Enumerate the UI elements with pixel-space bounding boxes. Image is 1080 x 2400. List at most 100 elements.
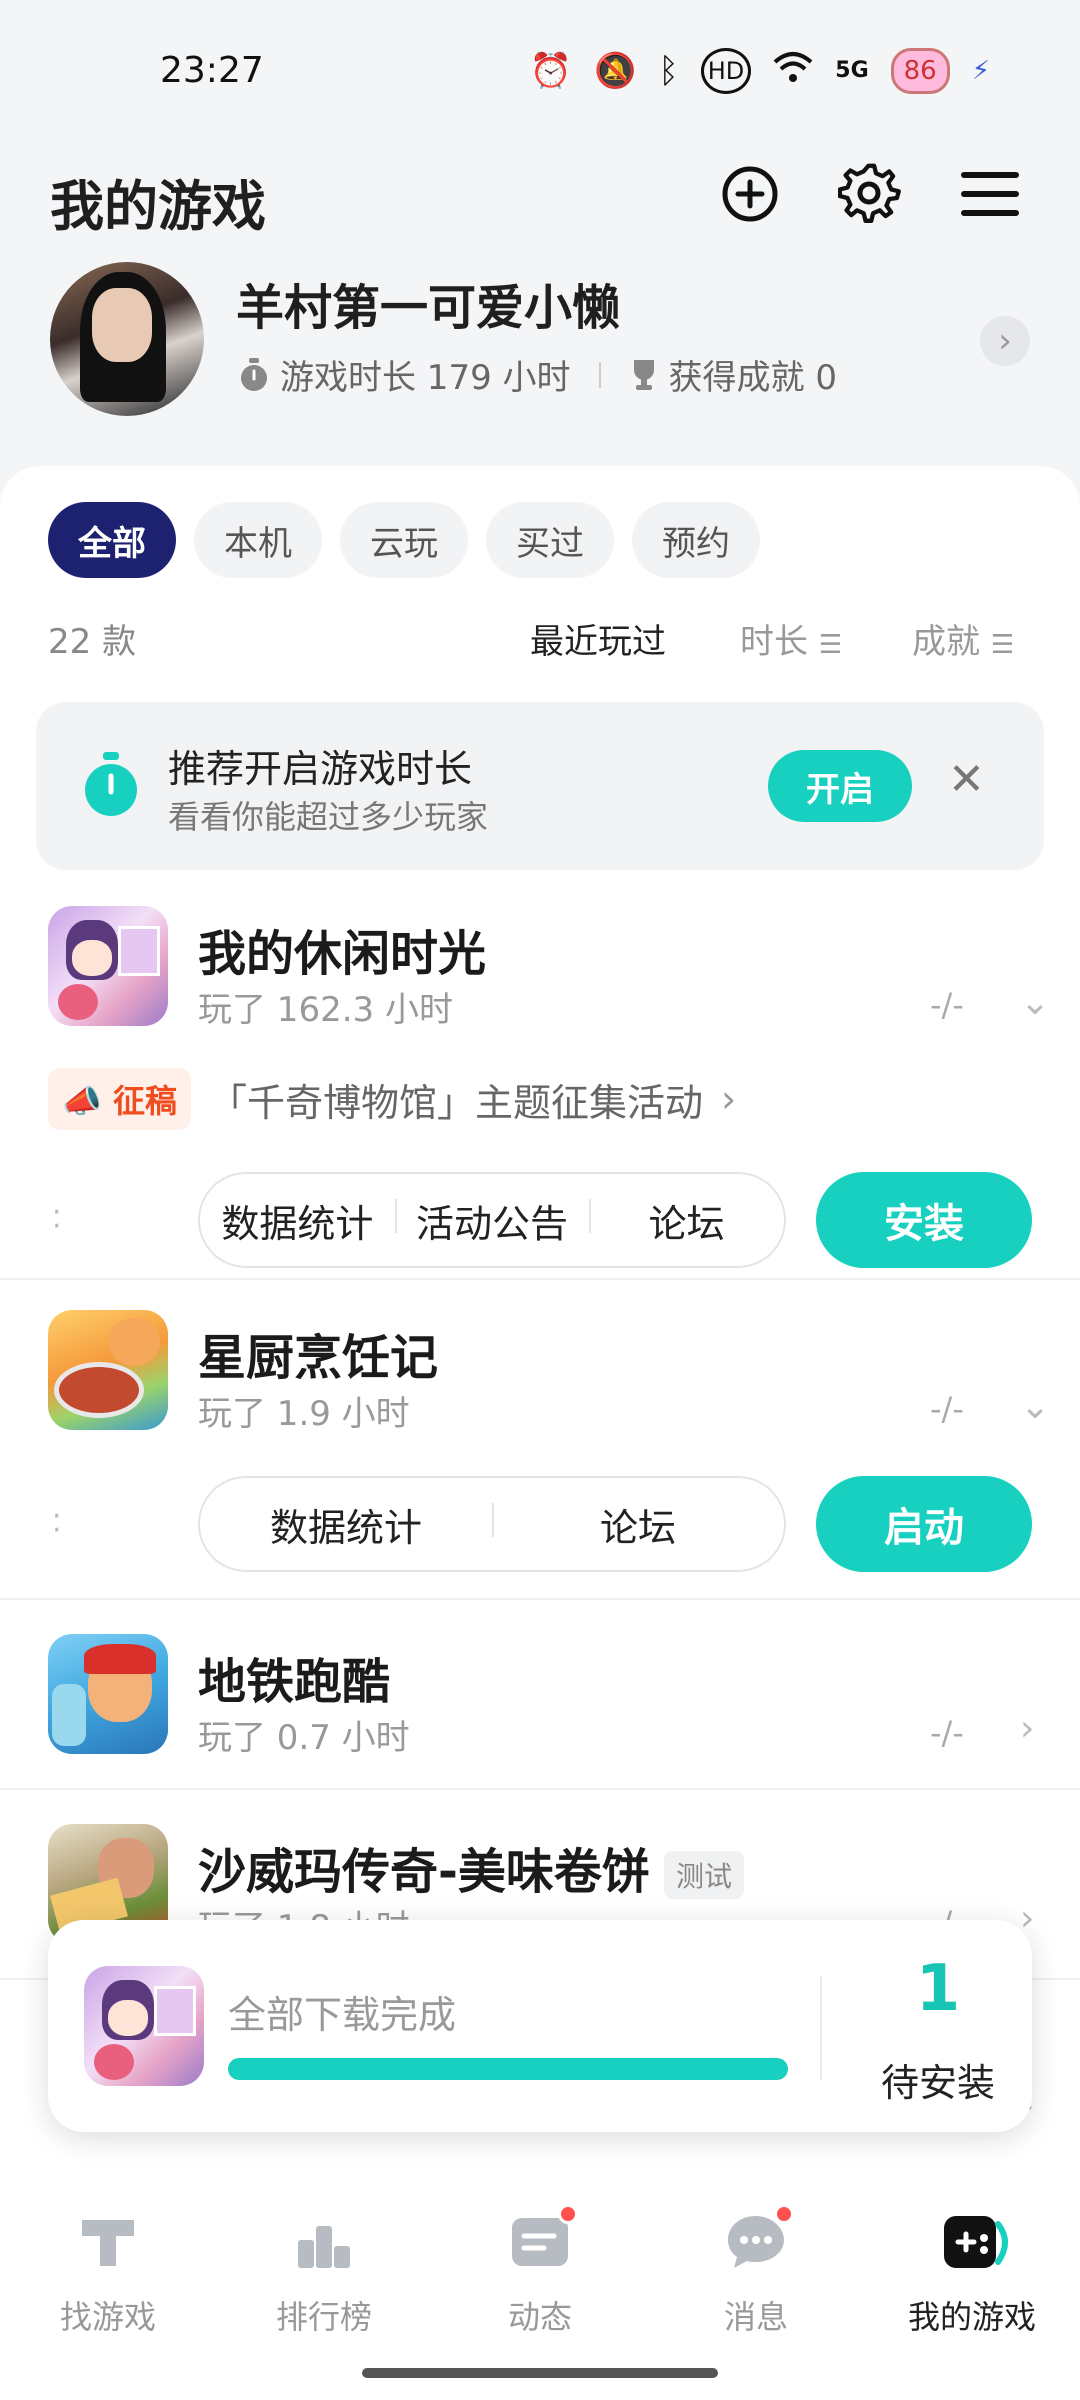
sort-achievement-label: 成就 (912, 622, 980, 662)
rankings-icon (292, 2210, 356, 2274)
nav-label: 排行榜 (275, 2298, 372, 2336)
divider (820, 1976, 822, 2080)
hd-icon: HD (700, 48, 752, 94)
sort-achievement[interactable]: 成就 ☰ (912, 614, 1014, 663)
chevron-right-icon[interactable]: › (1020, 1708, 1034, 1749)
status-icons: ⏰ 🔕 ᛒ HD 5G 86 ⚡ (530, 48, 990, 94)
notification-dot (774, 2204, 794, 2224)
nav-my-games[interactable]: 我的游戏 (864, 2210, 1080, 2338)
nav-rankings[interactable]: 排行榜 (216, 2210, 432, 2338)
find-games-icon (76, 2210, 140, 2274)
nav-feed[interactable]: 动态 (432, 2204, 648, 2338)
gamepad-icon (940, 2210, 1008, 2274)
game-icon-art (108, 2000, 148, 2036)
game-name: 沙威玛传奇-美味卷饼 测试 (198, 1832, 744, 1902)
sort-duration[interactable]: 时长 ☰ (740, 614, 842, 663)
sort-duration-label: 时长 (740, 622, 808, 662)
stats-button[interactable]: 数据统计 (200, 1193, 395, 1248)
download-progress-bar (228, 2058, 788, 2080)
download-game-icon (84, 1966, 204, 2086)
game-rank: -/- (930, 1390, 964, 1428)
mute-icon: 🔕 (593, 51, 637, 91)
game-item[interactable]: 地铁跑酷 玩了 0.7 小时 -/- › (0, 1634, 1080, 1784)
stats-divider (598, 361, 601, 388)
nav-label: 我的游戏 (907, 2298, 1036, 2336)
game-name-label: 沙威玛传奇-美味卷饼 (198, 1844, 650, 1900)
test-tag: 测试 (663, 1851, 744, 1899)
game-icon-art (54, 1362, 144, 1418)
nav-find-games[interactable]: 找游戏 (0, 2210, 216, 2338)
notification-dot (558, 2204, 578, 2224)
game-icon-art (94, 2044, 134, 2080)
add-game-button[interactable] (710, 154, 790, 234)
game-playtime: 玩了 162.3 小时 (198, 990, 453, 1030)
divider (0, 1278, 1080, 1280)
profile-stats: 游戏时长 179 小时 获得成就 0 (238, 350, 837, 399)
game-icon-art (52, 1684, 86, 1746)
tab-local[interactable]: 本机 (194, 502, 322, 578)
nav-label: 动态 (507, 2298, 572, 2336)
announcement-button[interactable]: 活动公告 (394, 1193, 590, 1248)
promo-text: 「千奇博物馆」主题征集活动 (209, 1080, 704, 1125)
status-bar: 23:27 ⏰ 🔕 ᛒ HD 5G 86 ⚡ (0, 0, 1080, 140)
nav-messages[interactable]: 消息 (648, 2204, 864, 2338)
download-card[interactable]: 全部下载完成 1 待安装 (48, 1920, 1032, 2132)
install-button[interactable]: 安装 (816, 1172, 1032, 1268)
avatar[interactable] (50, 262, 204, 416)
download-status: 全部下载完成 (228, 1993, 457, 2037)
playtime-label: 游戏时长 179 小时 (280, 358, 571, 398)
game-icon (48, 906, 168, 1026)
achievement-label: 获得成就 0 (668, 358, 837, 398)
wifi-icon (773, 50, 813, 93)
nav-label: 找游戏 (59, 2298, 156, 2336)
game-name: 我的休闲时光 (198, 926, 487, 982)
close-icon[interactable]: ✕ (948, 754, 985, 805)
message-icon (724, 2204, 794, 2274)
game-actions: · · 数据统计 论坛 启动 (0, 1476, 1080, 1576)
drag-handle-icon[interactable]: · · (52, 1198, 62, 1242)
forum-button[interactable]: 论坛 (589, 1193, 784, 1248)
promo-badge: 📣 征稿 (48, 1068, 191, 1130)
profile-chevron-icon[interactable]: › (980, 316, 1030, 366)
pending-install-count: 1 (915, 1952, 961, 2026)
enable-button[interactable]: 开启 (768, 750, 912, 822)
profile-section[interactable]: 羊村第一可爱小懒 游戏时长 179 小时 获得成就 0 › (0, 260, 1080, 430)
tab-purchased[interactable]: 买过 (486, 502, 614, 578)
game-icon-art (72, 940, 112, 976)
action-pill: 数据统计 活动公告 论坛 (198, 1172, 786, 1268)
game-icon-art (58, 984, 98, 1020)
forum-button[interactable]: 论坛 (492, 1497, 784, 1552)
chevron-down-icon[interactable]: ⌄ (1020, 982, 1050, 1023)
promo-row[interactable]: 📣 征稿 「千奇博物馆」主题征集活动 › (48, 1068, 736, 1130)
avatar-face (92, 288, 152, 362)
game-icon (48, 1634, 168, 1754)
status-time: 23:27 (160, 50, 264, 91)
game-playtime: 玩了 1.9 小时 (198, 1394, 410, 1434)
settings-button[interactable] (830, 154, 910, 234)
tab-all[interactable]: 全部 (48, 502, 176, 578)
chevron-down-icon[interactable]: ⌄ (1020, 1386, 1050, 1427)
sort-recent[interactable]: 最近玩过 (530, 614, 666, 663)
game-icon-art (154, 1986, 196, 2036)
game-icon-art (118, 926, 160, 976)
tab-reserved[interactable]: 预约 (632, 502, 760, 578)
action-pill: 数据统计 论坛 (198, 1476, 786, 1572)
menu-button[interactable] (950, 154, 1030, 234)
page-header: 我的游戏 (0, 150, 1080, 270)
tab-cloud[interactable]: 云玩 (340, 502, 468, 578)
signal-icon: 5G (835, 58, 869, 83)
stats-button[interactable]: 数据统计 (200, 1497, 492, 1552)
stopwatch-icon (241, 357, 267, 391)
feed-icon (508, 2204, 578, 2274)
drag-handle-icon[interactable]: · · (52, 1502, 62, 1546)
charging-icon: ⚡ (971, 56, 990, 86)
divider (0, 1788, 1080, 1790)
launch-button[interactable]: 启动 (816, 1476, 1032, 1572)
gear-icon (838, 163, 901, 223)
chevron-right-icon: › (721, 1077, 737, 1121)
game-item[interactable]: 我的休闲时光 玩了 162.3 小时 -/- ⌄ 📣 征稿 「千奇博物馆」主题征… (0, 906, 1080, 1276)
divider (0, 1598, 1080, 1600)
home-indicator[interactable] (362, 2368, 718, 2378)
stopwatch-icon (85, 752, 137, 816)
pending-install-label: 待安装 (880, 2061, 995, 2105)
